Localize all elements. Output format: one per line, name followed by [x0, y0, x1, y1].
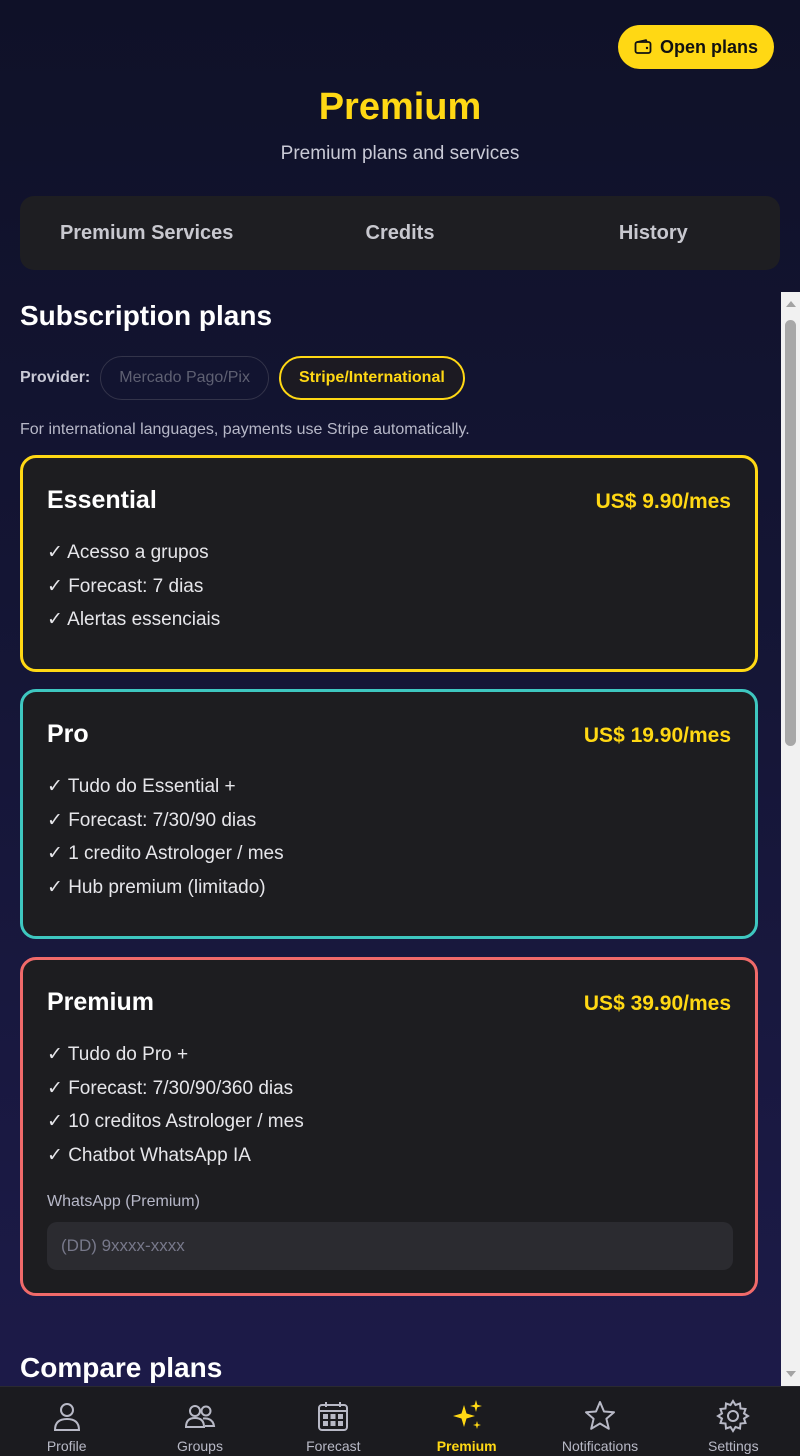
nav-label: Premium: [436, 1438, 497, 1454]
plan-feature: ✓ Forecast: 7/30/90/360 dias: [47, 1077, 294, 1099]
plan-features: ✓ Acesso a grupos ✓ Forecast: 7 dias ✓ A…: [47, 536, 220, 637]
gear-icon: [716, 1399, 751, 1433]
nav-item-profile[interactable]: Profile: [0, 1387, 133, 1456]
plan-feature: ✓ Hub premium (limitado): [47, 876, 266, 898]
plan-name: Premium: [47, 988, 154, 1016]
nav-item-groups[interactable]: Groups: [133, 1387, 266, 1456]
plan-name: Pro: [47, 720, 89, 748]
scroll-content[interactable]: Subscription plans Provider: Mercado Pag…: [0, 292, 781, 1386]
whatsapp-input[interactable]: [47, 1222, 733, 1270]
tab-history[interactable]: History: [527, 196, 780, 270]
nav-label: Profile: [46, 1438, 87, 1454]
plan-feature: ✓ 1 credito Astrologer / mes: [47, 843, 284, 864]
plan-features: ✓ Tudo do Essential + ✓ Forecast: 7/30/9…: [47, 770, 284, 904]
nav-item-settings[interactable]: Settings: [667, 1387, 800, 1456]
calendar-icon: [318, 1402, 349, 1431]
nav-label: Forecast: [306, 1438, 361, 1454]
nav-label: Notifications: [561, 1438, 639, 1454]
nav-label: Groups: [177, 1438, 223, 1454]
nav-label: Settings: [708, 1438, 759, 1454]
plan-feature: ✓ Tudo do Pro +: [47, 1044, 189, 1065]
provider-label: Provider:: [20, 369, 91, 386]
subscription-plans-title: Subscription plans: [20, 300, 273, 331]
plan-feature: ✓ Forecast: 7 dias: [47, 575, 204, 597]
plan-feature: ✓ Forecast: 7/30/90 dias: [47, 809, 257, 831]
plan-card-essential[interactable]: Essential US$ 9.90/mes ✓ Acesso a grupos…: [20, 455, 758, 672]
sparkles-icon: [452, 1400, 482, 1429]
plan-feature: ✓ Tudo do Essential +: [47, 776, 236, 797]
nav-item-notifications[interactable]: Notifications: [533, 1387, 666, 1456]
nav-item-premium[interactable]: Premium: [400, 1387, 533, 1456]
provider-mercado-pago-button[interactable]: Mercado Pago/Pix: [100, 356, 269, 400]
plan-feature: ✓ 10 creditos Astrologer / mes: [47, 1111, 304, 1132]
wallet-icon: [634, 39, 652, 54]
page-subtitle: Premium plans and services: [280, 143, 520, 164]
plan-card-pro[interactable]: Pro US$ 19.90/mes ✓ Tudo do Essential + …: [20, 689, 758, 939]
plan-card-premium[interactable]: Premium US$ 39.90/mes ✓ Tudo do Pro + ✓ …: [20, 957, 758, 1296]
open-plans-label: Open plans: [659, 36, 758, 57]
page-title: Premium: [318, 86, 482, 128]
plan-feature: ✓ Chatbot WhatsApp IA: [47, 1144, 251, 1166]
provider-selector: Provider: Mercado Pago/Pix Stripe/Intern…: [20, 356, 465, 400]
bottom-nav: Profile Groups Forecast Premium Notifica…: [0, 1386, 800, 1456]
nav-item-forecast[interactable]: Forecast: [267, 1387, 400, 1456]
user-icon: [53, 1403, 80, 1431]
provider-stripe-button[interactable]: Stripe/International: [278, 356, 465, 400]
groups-icon: [184, 1405, 216, 1428]
scrollbar[interactable]: [781, 292, 800, 1386]
plan-features: ✓ Tudo do Pro + ✓ Forecast: 7/30/90/360 …: [47, 1038, 304, 1172]
provider-note: For international languages, payments us…: [20, 421, 470, 438]
plan-price: US$ 9.90/mes: [595, 490, 731, 513]
open-plans-button[interactable]: Open plans: [618, 25, 774, 69]
scrollbar-thumb[interactable]: [785, 320, 796, 746]
plan-feature: ✓ Alertas essenciais: [47, 609, 221, 630]
tab-premium-services[interactable]: Premium Services: [20, 196, 273, 270]
scroll-down-arrow-icon[interactable]: [786, 1371, 796, 1377]
plan-price: US$ 39.90/mes: [583, 992, 731, 1015]
plan-price: US$ 19.90/mes: [583, 724, 731, 747]
plan-feature: ✓ Acesso a grupos: [47, 542, 209, 563]
tab-bar: Premium Services Credits History: [20, 196, 780, 270]
tab-credits[interactable]: Credits: [273, 196, 526, 270]
star-icon: [584, 1401, 615, 1430]
compare-plans-title: Compare plans: [20, 1352, 223, 1383]
scroll-up-arrow-icon[interactable]: [786, 301, 796, 307]
whatsapp-label: WhatsApp (Premium): [47, 1193, 200, 1210]
plan-name: Essential: [47, 486, 157, 514]
